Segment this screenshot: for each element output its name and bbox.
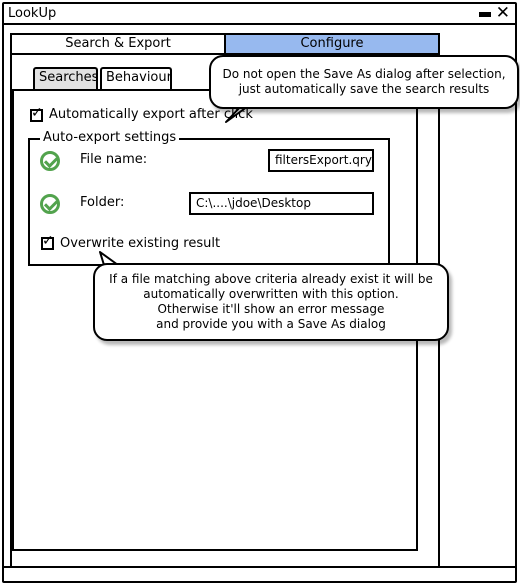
check-circle-icon xyxy=(40,151,60,171)
title-bar: LookUp ✕ xyxy=(4,3,515,25)
file-name-field[interactable]: filtersExport.qry xyxy=(268,149,374,172)
status-bar xyxy=(4,566,515,583)
callout-bottom-line: automatically overwritten with this opti… xyxy=(143,287,399,301)
checkmark-icon: ✓ xyxy=(31,105,43,121)
callout-bottom: If a file matching above criteria alread… xyxy=(93,263,449,341)
callout-bottom-line: Otherwise it'll show an error message xyxy=(157,302,385,316)
main-tabs: Search & Export Configure xyxy=(10,33,440,55)
callout-bottom-line: and provide you with a Save As dialog xyxy=(156,317,386,331)
check-circle-icon xyxy=(40,194,60,214)
callout-top: Do not open the Save As dialog after sel… xyxy=(209,55,519,109)
minimize-icon[interactable] xyxy=(479,12,491,17)
callout-bottom-line: If a file matching above criteria alread… xyxy=(109,272,433,286)
folder-field[interactable]: C:\....\jdoe\Desktop xyxy=(189,192,374,215)
callout-top-line: Do not open the Save As dialog after sel… xyxy=(222,67,506,81)
overwrite-checkbox[interactable]: ✓ xyxy=(41,233,54,250)
subtab-searches[interactable]: Searches xyxy=(33,67,98,89)
tab-configure[interactable]: Configure xyxy=(226,35,438,53)
auto-export-label: Automatically export after click xyxy=(49,107,253,122)
window-title: LookUp xyxy=(8,6,57,21)
file-name-label: File name: xyxy=(80,152,148,167)
fieldset-legend: Auto-export settings xyxy=(40,130,180,145)
auto-export-checkbox[interactable]: ✓ xyxy=(30,105,43,122)
subtab-behaviour[interactable]: Behaviour xyxy=(100,67,172,89)
callout-top-line: just automatically save the search resul… xyxy=(238,82,490,96)
checkmark-icon: ✓ xyxy=(42,233,54,249)
folder-label: Folder: xyxy=(80,195,125,210)
overwrite-label: Overwrite existing result xyxy=(60,236,221,251)
close-icon[interactable]: ✕ xyxy=(496,3,510,23)
tab-search-export[interactable]: Search & Export xyxy=(12,35,226,53)
